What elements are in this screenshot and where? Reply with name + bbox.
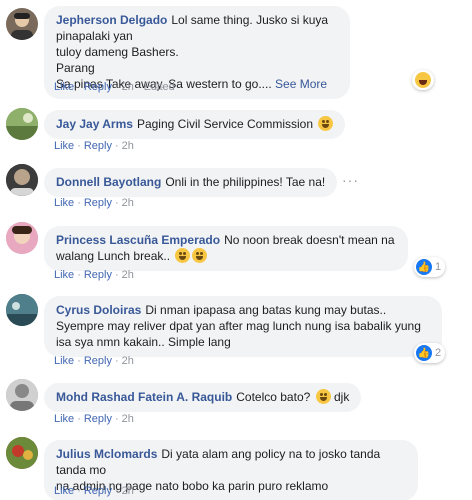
- avatar[interactable]: [6, 8, 38, 40]
- comment-text: Onli in the philippines! Tae na!: [165, 175, 326, 189]
- comment-text: Paging Civil Service Commission: [136, 117, 314, 131]
- comment-actions: Like · Reply · 2h: [54, 140, 134, 152]
- like-link[interactable]: Like: [54, 355, 74, 367]
- more-options-icon[interactable]: ···: [342, 172, 359, 188]
- comment-actions: Like · Reply · 2h: [54, 269, 134, 281]
- comment-bubble: Cyrus Doloiras Di nman ipapasa ang batas …: [44, 296, 442, 357]
- comment-bubble: Mohd Rashad Fatein A. Raquib Cotelco bato…: [44, 383, 362, 412]
- comment-author[interactable]: Jay Jay Arms: [56, 117, 133, 131]
- timestamp[interactable]: 2h: [122, 485, 134, 497]
- timestamp[interactable]: 2h: [122, 197, 134, 209]
- comment-actions: Like · Reply · 2h: [54, 485, 134, 497]
- comment-text: isa sya nmn kakain.. Simple lang: [56, 335, 231, 349]
- reaction-badge[interactable]: [412, 70, 434, 90]
- comment-bubble: Donnell Bayotlang Onli in the philippines…: [44, 168, 338, 197]
- avatar[interactable]: [6, 379, 38, 411]
- timestamp[interactable]: 2h: [122, 81, 134, 93]
- like-link[interactable]: Like: [54, 269, 74, 281]
- comment-author[interactable]: Princess Lascuña Emperado: [56, 233, 220, 247]
- edited-label[interactable]: Edited: [144, 81, 175, 93]
- laugh-emoji-icon: [315, 389, 331, 404]
- like-link[interactable]: Like: [54, 485, 74, 497]
- avatar[interactable]: [6, 437, 38, 469]
- comment-bubble: Princess Lascuña Emperado No noon break d…: [44, 226, 408, 271]
- smile-emoji-icon: [318, 116, 334, 131]
- reply-link[interactable]: Reply: [84, 81, 112, 93]
- comment-text: Cotelco bato?: [236, 390, 311, 404]
- comment-bubble: Jay Jay Arms Paging Civil Service Commiss…: [44, 110, 346, 139]
- like-reaction-icon: 👍: [416, 345, 432, 361]
- reaction-badge[interactable]: 👍 1: [414, 257, 446, 277]
- timestamp[interactable]: 2h: [122, 140, 134, 152]
- like-link[interactable]: Like: [54, 197, 74, 209]
- comment-text: walang Lunch break..: [56, 249, 171, 263]
- like-link[interactable]: Like: [54, 140, 74, 152]
- like-link[interactable]: Like: [54, 413, 74, 425]
- comment-actions: Like · Reply · 2h: [54, 197, 134, 209]
- avatar[interactable]: [6, 294, 38, 326]
- comment-actions: Like · Reply · 2h: [54, 413, 134, 425]
- comment-text: Syempre may reliver dpat yan after mag l…: [56, 319, 421, 333]
- comment-actions: Like · Reply · 2h: [54, 355, 134, 367]
- reply-link[interactable]: Reply: [84, 413, 112, 425]
- haha-reaction-icon: [415, 72, 431, 88]
- comment-author[interactable]: Jepherson Delgado: [56, 13, 167, 27]
- comment-text: tuloy dameng Bashers.: [56, 45, 179, 59]
- timestamp[interactable]: 2h: [122, 269, 134, 281]
- grin-emoji-icon: [175, 248, 191, 263]
- avatar[interactable]: [6, 222, 38, 254]
- reaction-badge[interactable]: 👍 2: [414, 343, 446, 363]
- reply-link[interactable]: Reply: [84, 269, 112, 281]
- like-reaction-icon: 👍: [416, 259, 432, 275]
- see-more-link[interactable]: See More: [275, 77, 327, 91]
- reaction-count: 2: [435, 347, 442, 359]
- timestamp[interactable]: 2h: [122, 355, 134, 367]
- timestamp[interactable]: 2h: [122, 413, 134, 425]
- comment-author[interactable]: Cyrus Doloiras: [56, 303, 141, 317]
- comment-text: Parang: [56, 61, 95, 75]
- grin-emoji-icon: [192, 248, 208, 263]
- reply-link[interactable]: Reply: [84, 355, 112, 367]
- reply-link[interactable]: Reply: [84, 140, 112, 152]
- reply-link[interactable]: Reply: [84, 197, 112, 209]
- comment-author[interactable]: Donnell Bayotlang: [56, 175, 161, 189]
- like-link[interactable]: Like: [54, 81, 74, 93]
- reaction-count: 1: [435, 261, 442, 273]
- avatar[interactable]: [6, 108, 38, 140]
- comment-text: No noon break doesn't mean na: [224, 233, 395, 247]
- reply-link[interactable]: Reply: [84, 485, 112, 497]
- comment-text: Di nman ipapasa ang batas kung may butas…: [145, 303, 387, 317]
- comment-actions: Like · Reply · 2h · Edited: [54, 81, 175, 93]
- comment-author[interactable]: Julius Mclomards: [56, 447, 157, 461]
- comment-author[interactable]: Mohd Rashad Fatein A. Raquib: [56, 390, 232, 404]
- avatar[interactable]: [6, 164, 38, 196]
- comment-text: djk: [333, 390, 350, 404]
